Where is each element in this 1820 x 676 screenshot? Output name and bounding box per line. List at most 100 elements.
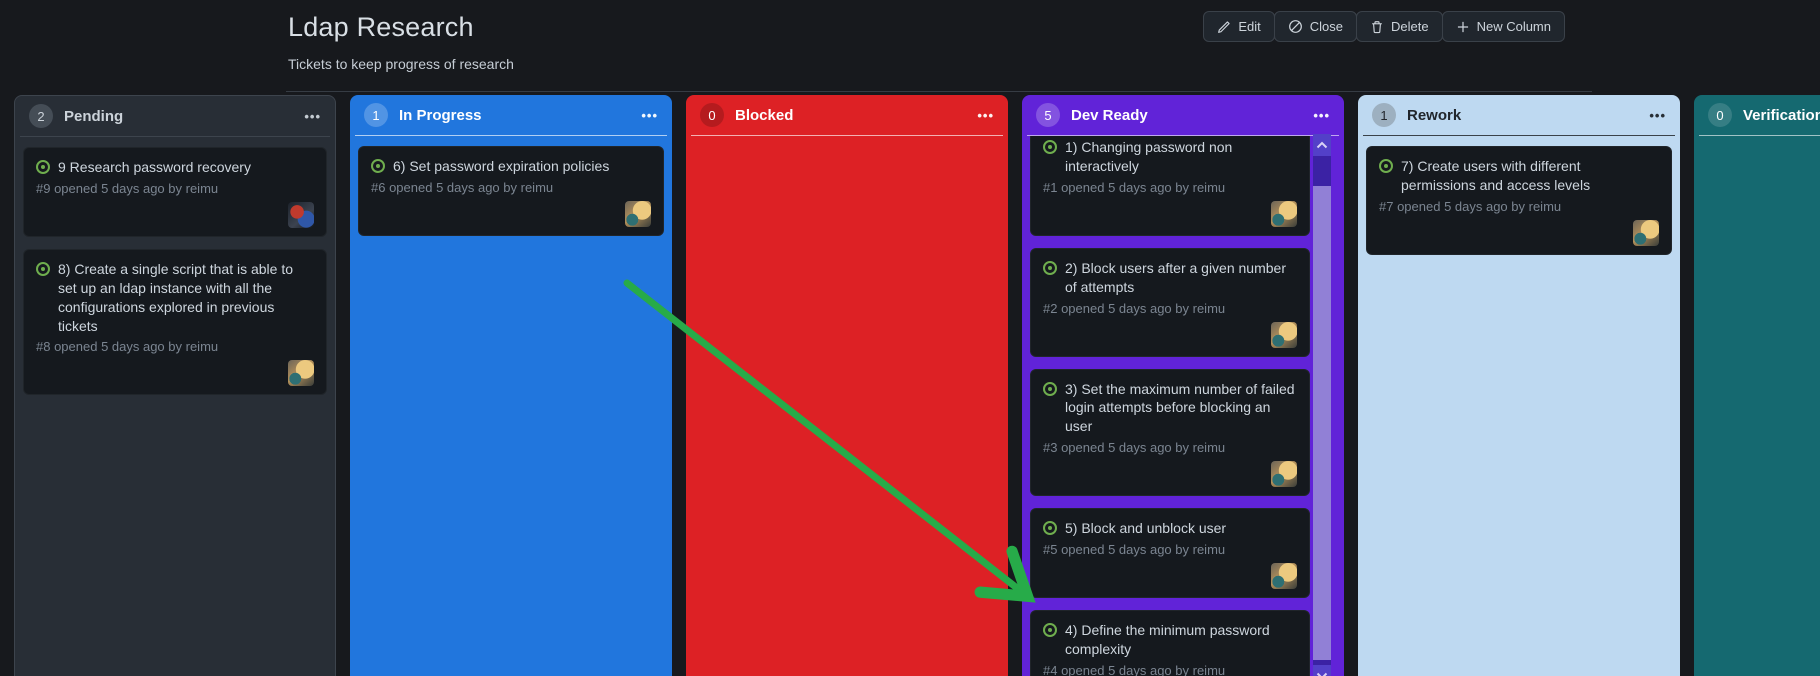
delete-button-label: Delete (1391, 19, 1429, 34)
issue-title-row: 9 Research password recovery (36, 158, 314, 177)
chevron-up-icon (1316, 141, 1328, 149)
issue-open-icon (1043, 260, 1057, 275)
issue-meta: #2 opened 5 days ago by reimu (1043, 300, 1226, 316)
column-menu-button[interactable]: ••• (641, 109, 658, 122)
issue-open-icon (36, 261, 50, 276)
issue-card[interactable]: 1) Changing password non interactively #… (1030, 136, 1310, 236)
column-menu-button[interactable]: ••• (1313, 109, 1330, 122)
column-header: 2 Pending ••• (15, 96, 335, 136)
issue-title-row: 6) Set password expiration policies (371, 157, 651, 176)
column-cards: 1) Changing password non interactively #… (1022, 136, 1344, 676)
issue-title: 7) Create users with different permissio… (1401, 158, 1591, 193)
issue-card[interactable]: 8) Create a single script that is able t… (23, 248, 327, 396)
issue-title: 8) Create a single script that is able t… (58, 260, 294, 334)
column-count-badge: 5 (1036, 103, 1060, 127)
issue-open-icon (1379, 159, 1393, 173)
column-title: Rework (1407, 106, 1462, 124)
page-subtitle: Tickets to keep progress of research (288, 56, 514, 72)
column-count-badge: 1 (1372, 103, 1396, 127)
issue-card[interactable]: 5) Block and unblock user #5 opened 5 da… (1030, 508, 1310, 599)
column-count-badge: 2 (29, 104, 53, 128)
toolbar: Edit Close Delete New Column (1203, 11, 1565, 42)
plus-icon (1456, 20, 1470, 34)
issue-title-row: 8) Create a single script that is able t… (36, 260, 314, 336)
column-in-progress: 1 In Progress ••• 6) Set password expira… (350, 95, 672, 676)
circle-slash-icon (1288, 19, 1303, 34)
edit-button[interactable]: Edit (1203, 11, 1275, 42)
column-title: Blocked (735, 106, 794, 124)
column-header: 0 Blocked ••• (686, 95, 1008, 135)
issue-meta: #7 opened 5 days ago by reimu (1379, 198, 1562, 214)
issue-title: 9 Research password recovery (58, 159, 251, 175)
column-count-badge: 0 (1708, 103, 1732, 127)
scrollbar-track[interactable] (1313, 156, 1331, 665)
header-divider (286, 91, 1592, 92)
column-header: 0 Verification ••• (1694, 95, 1820, 135)
scroll-up-button[interactable] (1313, 134, 1331, 156)
column-menu-button[interactable]: ••• (1649, 109, 1666, 122)
column-scrollbar[interactable] (1313, 134, 1331, 676)
issue-open-icon (1043, 140, 1057, 154)
issue-title-row: 3) Set the maximum number of failed logi… (1043, 380, 1297, 437)
issue-meta: #1 opened 5 days ago by reimu (1043, 179, 1226, 195)
issue-title: 3) Set the maximum number of failed logi… (1065, 380, 1295, 435)
column-blocked: 0 Blocked ••• (686, 95, 1008, 676)
avatar (1271, 200, 1297, 227)
issue-meta: #9 opened 5 days ago by reimu (36, 180, 219, 196)
avatar (1271, 321, 1297, 348)
column-verification: 0 Verification ••• (1694, 95, 1820, 676)
page-title: Ldap Research (288, 12, 474, 42)
issue-meta: #8 opened 5 days ago by reimu (36, 339, 219, 355)
new-column-button[interactable]: New Column (1441, 11, 1565, 42)
issue-card[interactable]: 3) Set the maximum number of failed logi… (1030, 368, 1310, 497)
column-cards (686, 136, 1008, 676)
column-dev-ready: 5 Dev Ready ••• 1) Changing password non… (1022, 95, 1344, 676)
chevron-down-icon (1316, 672, 1328, 676)
issue-title-row: 7) Create users with different permissio… (1379, 157, 1659, 195)
edit-button-label: Edit (1238, 19, 1261, 34)
avatar (1271, 563, 1297, 590)
issue-title-row: 2) Block users after a given number of a… (1043, 259, 1297, 297)
avatar (288, 360, 314, 387)
issue-card[interactable]: 6) Set password expiration policies #6 o… (358, 146, 664, 236)
issue-open-icon (1043, 623, 1057, 638)
column-cards (1694, 136, 1820, 676)
column-header: 5 Dev Ready ••• (1022, 95, 1344, 135)
issue-card[interactable]: 7) Create users with different permissio… (1366, 146, 1672, 255)
delete-button[interactable]: Delete (1356, 11, 1443, 42)
issue-title-row: 1) Changing password non interactively (1043, 138, 1297, 176)
column-title: Verification (1743, 106, 1820, 124)
issue-title: 5) Block and unblock user (1065, 520, 1227, 537)
issue-card[interactable]: 4) Define the minimum password complexit… (1030, 610, 1310, 676)
issue-meta: #6 opened 5 days ago by reimu (371, 179, 554, 195)
scrollbar-thumb[interactable] (1313, 186, 1331, 660)
column-cards: 6) Set password expiration policies #6 o… (350, 136, 672, 676)
pencil-icon (1217, 20, 1231, 34)
trash-icon (1370, 20, 1384, 34)
scroll-down-button[interactable] (1313, 665, 1331, 676)
column-menu-button[interactable]: ••• (304, 110, 321, 123)
issue-title: 6) Set password expiration policies (393, 158, 610, 174)
issue-open-icon (1043, 521, 1057, 536)
column-header: 1 In Progress ••• (350, 95, 672, 135)
column-header: 1 Rework ••• (1358, 95, 1680, 135)
issue-title-row: 4) Define the minimum password complexit… (1043, 621, 1297, 659)
issue-open-icon (371, 159, 385, 173)
column-cards: 9 Research password recovery #9 opened 5… (15, 137, 335, 676)
column-title: Pending (64, 107, 124, 125)
board: 2 Pending ••• 9 Research password recove… (14, 95, 1820, 676)
column-rework: 1 Rework ••• 7) Create users with differ… (1358, 95, 1680, 676)
issue-card[interactable]: 2) Block users after a given number of a… (1030, 247, 1310, 357)
issue-meta: #3 opened 5 days ago by reimu (1043, 440, 1226, 456)
avatar (1271, 461, 1297, 488)
avatar (1633, 219, 1659, 246)
column-count-badge: 0 (700, 103, 724, 127)
column-pending: 2 Pending ••• 9 Research password recove… (14, 95, 336, 676)
issue-card[interactable]: 9 Research password recovery #9 opened 5… (23, 147, 327, 237)
issue-meta: #5 opened 5 days ago by reimu (1043, 542, 1226, 558)
close-button[interactable]: Close (1273, 11, 1357, 42)
column-menu-button[interactable]: ••• (977, 109, 994, 122)
column-title: Dev Ready (1071, 106, 1148, 124)
column-cards: 7) Create users with different permissio… (1358, 136, 1680, 676)
issue-open-icon (36, 160, 50, 174)
